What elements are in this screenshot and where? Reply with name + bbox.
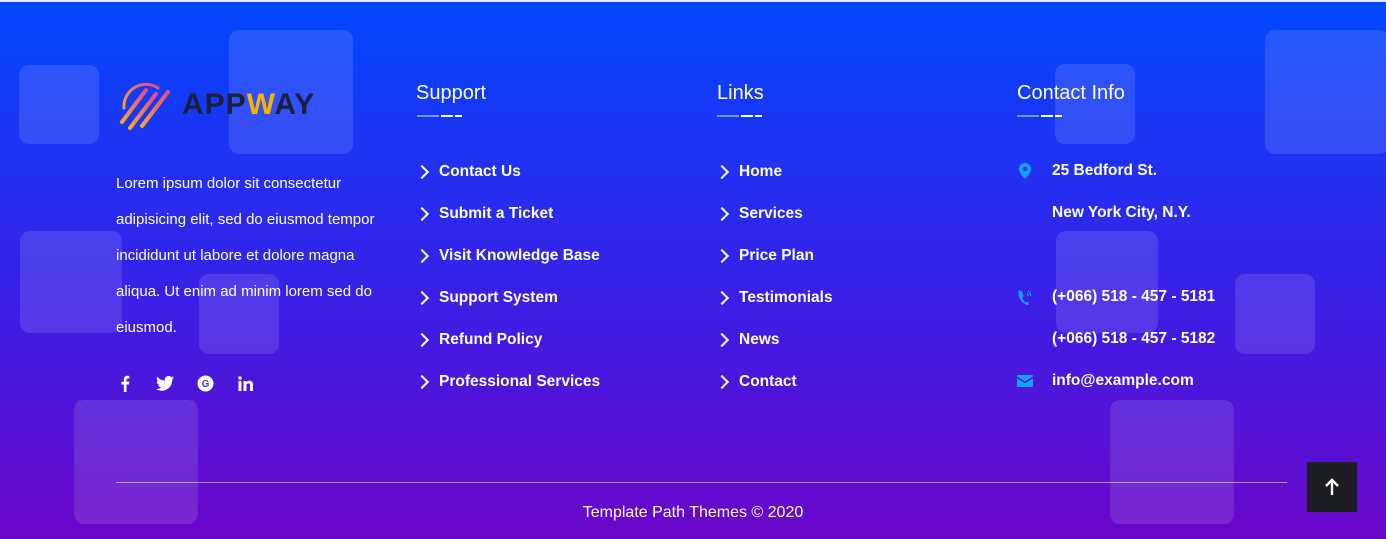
support-link-submit-ticket[interactable]: Submit a Ticket: [414, 193, 600, 235]
chevron-right-icon: [714, 248, 730, 264]
links-link-home[interactable]: Home: [714, 151, 833, 193]
chevron-right-icon: [414, 290, 430, 306]
brand-logo[interactable]: APPWAY: [116, 78, 315, 132]
brand-name: APPWAY: [182, 88, 316, 121]
contact-phone1[interactable]: (+066) 518 - 457 - 5181: [1017, 288, 1215, 306]
envelope-icon: [1017, 372, 1033, 390]
top-edge-line: [0, 0, 1386, 2]
chevron-right-icon: [714, 374, 730, 390]
facebook-icon[interactable]: [116, 374, 134, 392]
footer-divider: [116, 482, 1287, 483]
support-link-professional-services[interactable]: Professional Services: [414, 361, 600, 403]
links-heading: Links: [717, 82, 764, 104]
support-link-refund-policy[interactable]: Refund Policy: [414, 319, 600, 361]
decor-square: [19, 65, 99, 144]
links-list: Home Services Price Plan Testimonials Ne…: [714, 151, 833, 403]
decor-square: [1235, 274, 1315, 354]
contact-address-line1: 25 Bedford St.: [1017, 162, 1157, 180]
arrow-up-icon: [1325, 478, 1339, 495]
chevron-right-icon: [714, 164, 730, 180]
decor-square: [20, 231, 122, 333]
svg-text:G: G: [201, 379, 209, 390]
chevron-right-icon: [414, 332, 430, 348]
links-link-price-plan[interactable]: Price Plan: [714, 235, 833, 277]
chevron-right-icon: [714, 206, 730, 222]
twitter-icon[interactable]: [156, 374, 174, 392]
support-link-contact-us[interactable]: Contact Us: [414, 151, 600, 193]
chevron-right-icon: [714, 290, 730, 306]
contact-heading: Contact Info: [1017, 82, 1125, 104]
google-plus-icon[interactable]: G: [196, 374, 214, 392]
links-link-contact[interactable]: Contact: [714, 361, 833, 403]
support-heading: Support: [416, 82, 487, 104]
social-links: G: [116, 374, 276, 392]
copyright-text: Template Path Themes © 2020: [582, 504, 804, 521]
links-link-testimonials[interactable]: Testimonials: [714, 277, 833, 319]
support-link-support-system[interactable]: Support System: [414, 277, 600, 319]
contact-email[interactable]: info@example.com: [1017, 372, 1194, 390]
chevron-right-icon: [414, 248, 430, 264]
contact-address-line2: New York City, N.Y.: [1052, 204, 1191, 221]
links-link-news[interactable]: News: [714, 319, 833, 361]
decor-square: [1056, 231, 1158, 333]
links-link-services[interactable]: Services: [714, 193, 833, 235]
chevron-right-icon: [414, 206, 430, 222]
logo-mark-icon: [120, 82, 170, 130]
contact-phone2[interactable]: (+066) 518 - 457 - 5182: [1017, 330, 1215, 348]
chevron-right-icon: [414, 164, 430, 180]
decor-square: [1265, 30, 1386, 154]
back-to-top-button[interactable]: [1307, 462, 1357, 512]
support-list: Contact Us Submit a Ticket Visit Knowled…: [414, 151, 600, 403]
support-link-knowledge-base[interactable]: Visit Knowledge Base: [414, 235, 600, 277]
linkedin-icon[interactable]: [236, 374, 254, 392]
chevron-right-icon: [714, 332, 730, 348]
map-marker-icon: [1017, 162, 1033, 180]
chevron-right-icon: [414, 374, 430, 390]
about-text: Lorem ipsum dolor sit consectetur adipis…: [116, 175, 375, 336]
phone-volume-icon: [1017, 288, 1033, 306]
